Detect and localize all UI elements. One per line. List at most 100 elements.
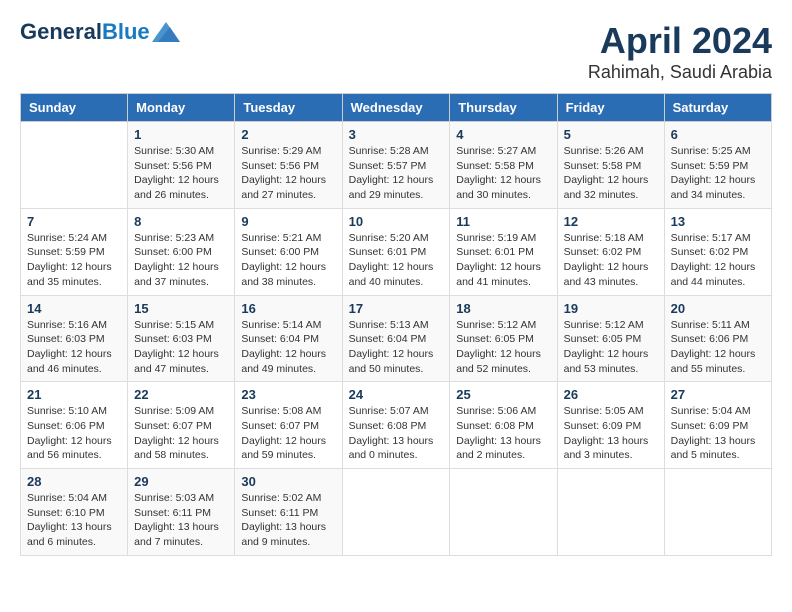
day-info: Sunrise: 5:16 AM Sunset: 6:03 PM Dayligh…: [27, 318, 121, 377]
day-cell: 25 Sunrise: 5:06 AM Sunset: 6:08 PM Dayli…: [450, 382, 557, 469]
day-cell: 1 Sunrise: 5:30 AM Sunset: 5:56 PM Daylig…: [128, 122, 235, 209]
day-info: Sunrise: 5:26 AM Sunset: 5:58 PM Dayligh…: [564, 144, 658, 203]
day-number: 6: [671, 127, 765, 142]
day-cell: 8 Sunrise: 5:23 AM Sunset: 6:00 PM Daylig…: [128, 208, 235, 295]
day-cell: 3 Sunrise: 5:28 AM Sunset: 5:57 PM Daylig…: [342, 122, 450, 209]
calendar-table: SundayMondayTuesdayWednesdayThursdayFrid…: [20, 93, 772, 556]
logo: GeneralBlue: [20, 20, 180, 44]
day-number: 27: [671, 387, 765, 402]
day-number: 8: [134, 214, 228, 229]
day-cell: 19 Sunrise: 5:12 AM Sunset: 6:05 PM Dayli…: [557, 295, 664, 382]
day-info: Sunrise: 5:05 AM Sunset: 6:09 PM Dayligh…: [564, 404, 658, 463]
day-info: Sunrise: 5:28 AM Sunset: 5:57 PM Dayligh…: [349, 144, 444, 203]
day-number: 26: [564, 387, 658, 402]
day-info: Sunrise: 5:06 AM Sunset: 6:08 PM Dayligh…: [456, 404, 550, 463]
weekday-header-wednesday: Wednesday: [342, 94, 450, 122]
day-cell: 4 Sunrise: 5:27 AM Sunset: 5:58 PM Daylig…: [450, 122, 557, 209]
week-row-1: 1 Sunrise: 5:30 AM Sunset: 5:56 PM Daylig…: [21, 122, 772, 209]
day-cell: 20 Sunrise: 5:11 AM Sunset: 6:06 PM Dayli…: [664, 295, 771, 382]
day-number: 10: [349, 214, 444, 229]
day-info: Sunrise: 5:20 AM Sunset: 6:01 PM Dayligh…: [349, 231, 444, 290]
day-number: 17: [349, 301, 444, 316]
day-cell: 9 Sunrise: 5:21 AM Sunset: 6:00 PM Daylig…: [235, 208, 342, 295]
day-number: 21: [27, 387, 121, 402]
day-info: Sunrise: 5:10 AM Sunset: 6:06 PM Dayligh…: [27, 404, 121, 463]
day-cell: 24 Sunrise: 5:07 AM Sunset: 6:08 PM Dayli…: [342, 382, 450, 469]
day-info: Sunrise: 5:12 AM Sunset: 6:05 PM Dayligh…: [456, 318, 550, 377]
day-number: 20: [671, 301, 765, 316]
day-info: Sunrise: 5:04 AM Sunset: 6:10 PM Dayligh…: [27, 491, 121, 550]
day-info: Sunrise: 5:09 AM Sunset: 6:07 PM Dayligh…: [134, 404, 228, 463]
day-info: Sunrise: 5:08 AM Sunset: 6:07 PM Dayligh…: [241, 404, 335, 463]
day-number: 7: [27, 214, 121, 229]
day-number: 23: [241, 387, 335, 402]
day-cell: 10 Sunrise: 5:20 AM Sunset: 6:01 PM Dayli…: [342, 208, 450, 295]
day-number: 25: [456, 387, 550, 402]
day-cell: 17 Sunrise: 5:13 AM Sunset: 6:04 PM Dayli…: [342, 295, 450, 382]
day-info: Sunrise: 5:23 AM Sunset: 6:00 PM Dayligh…: [134, 231, 228, 290]
logo-text: GeneralBlue: [20, 20, 150, 44]
day-number: 11: [456, 214, 550, 229]
weekday-header-tuesday: Tuesday: [235, 94, 342, 122]
day-info: Sunrise: 5:25 AM Sunset: 5:59 PM Dayligh…: [671, 144, 765, 203]
day-info: Sunrise: 5:29 AM Sunset: 5:56 PM Dayligh…: [241, 144, 335, 203]
day-info: Sunrise: 5:11 AM Sunset: 6:06 PM Dayligh…: [671, 318, 765, 377]
day-cell: 30Sunrise: 5:02 AM Sunset: 6:11 PM Dayli…: [235, 469, 342, 556]
day-cell: 23 Sunrise: 5:08 AM Sunset: 6:07 PM Dayli…: [235, 382, 342, 469]
day-cell: 18 Sunrise: 5:12 AM Sunset: 6:05 PM Dayli…: [450, 295, 557, 382]
day-cell: 26 Sunrise: 5:05 AM Sunset: 6:09 PM Dayli…: [557, 382, 664, 469]
day-info: Sunrise: 5:13 AM Sunset: 6:04 PM Dayligh…: [349, 318, 444, 377]
day-number: 1: [134, 127, 228, 142]
day-cell: 2 Sunrise: 5:29 AM Sunset: 5:56 PM Daylig…: [235, 122, 342, 209]
week-row-4: 21 Sunrise: 5:10 AM Sunset: 6:06 PM Dayli…: [21, 382, 772, 469]
logo-icon: [152, 22, 180, 42]
day-number: 18: [456, 301, 550, 316]
day-number: 14: [27, 301, 121, 316]
day-cell: 27 Sunrise: 5:04 AM Sunset: 6:09 PM Dayli…: [664, 382, 771, 469]
day-cell: 15Sunrise: 5:15 AM Sunset: 6:03 PM Dayli…: [128, 295, 235, 382]
day-cell: [664, 469, 771, 556]
day-info: Sunrise: 5:12 AM Sunset: 6:05 PM Dayligh…: [564, 318, 658, 377]
day-number: 24: [349, 387, 444, 402]
weekday-header-thursday: Thursday: [450, 94, 557, 122]
day-cell: 12Sunrise: 5:18 AM Sunset: 6:02 PM Dayli…: [557, 208, 664, 295]
day-number: 29: [134, 474, 228, 489]
day-cell: 11Sunrise: 5:19 AM Sunset: 6:01 PM Dayli…: [450, 208, 557, 295]
day-number: 3: [349, 127, 444, 142]
day-cell: 16Sunrise: 5:14 AM Sunset: 6:04 PM Dayli…: [235, 295, 342, 382]
day-cell: [557, 469, 664, 556]
day-cell: 7 Sunrise: 5:24 AM Sunset: 5:59 PM Daylig…: [21, 208, 128, 295]
day-cell: 5 Sunrise: 5:26 AM Sunset: 5:58 PM Daylig…: [557, 122, 664, 209]
day-number: 9: [241, 214, 335, 229]
day-info: Sunrise: 5:15 AM Sunset: 6:03 PM Dayligh…: [134, 318, 228, 377]
day-info: Sunrise: 5:30 AM Sunset: 5:56 PM Dayligh…: [134, 144, 228, 203]
day-info: Sunrise: 5:27 AM Sunset: 5:58 PM Dayligh…: [456, 144, 550, 203]
day-number: 19: [564, 301, 658, 316]
day-cell: [342, 469, 450, 556]
week-row-2: 7 Sunrise: 5:24 AM Sunset: 5:59 PM Daylig…: [21, 208, 772, 295]
day-info: Sunrise: 5:03 AM Sunset: 6:11 PM Dayligh…: [134, 491, 228, 550]
day-number: 5: [564, 127, 658, 142]
day-number: 4: [456, 127, 550, 142]
day-cell: [21, 122, 128, 209]
week-row-5: 28Sunrise: 5:04 AM Sunset: 6:10 PM Dayli…: [21, 469, 772, 556]
day-cell: 22 Sunrise: 5:09 AM Sunset: 6:07 PM Dayli…: [128, 382, 235, 469]
day-info: Sunrise: 5:04 AM Sunset: 6:09 PM Dayligh…: [671, 404, 765, 463]
day-number: 12: [564, 214, 658, 229]
day-info: Sunrise: 5:07 AM Sunset: 6:08 PM Dayligh…: [349, 404, 444, 463]
weekday-header-sunday: Sunday: [21, 94, 128, 122]
day-info: Sunrise: 5:21 AM Sunset: 6:00 PM Dayligh…: [241, 231, 335, 290]
header-row: SundayMondayTuesdayWednesdayThursdayFrid…: [21, 94, 772, 122]
month-title: April 2024: [588, 20, 772, 62]
day-info: Sunrise: 5:17 AM Sunset: 6:02 PM Dayligh…: [671, 231, 765, 290]
weekday-header-saturday: Saturday: [664, 94, 771, 122]
day-number: 2: [241, 127, 335, 142]
day-cell: 14 Sunrise: 5:16 AM Sunset: 6:03 PM Dayli…: [21, 295, 128, 382]
day-info: Sunrise: 5:24 AM Sunset: 5:59 PM Dayligh…: [27, 231, 121, 290]
day-number: 30: [241, 474, 335, 489]
day-cell: 29 Sunrise: 5:03 AM Sunset: 6:11 PM Dayli…: [128, 469, 235, 556]
day-number: 13: [671, 214, 765, 229]
day-cell: [450, 469, 557, 556]
header: GeneralBlue April 2024 Rahimah, Saudi Ar…: [20, 20, 772, 83]
day-number: 22: [134, 387, 228, 402]
